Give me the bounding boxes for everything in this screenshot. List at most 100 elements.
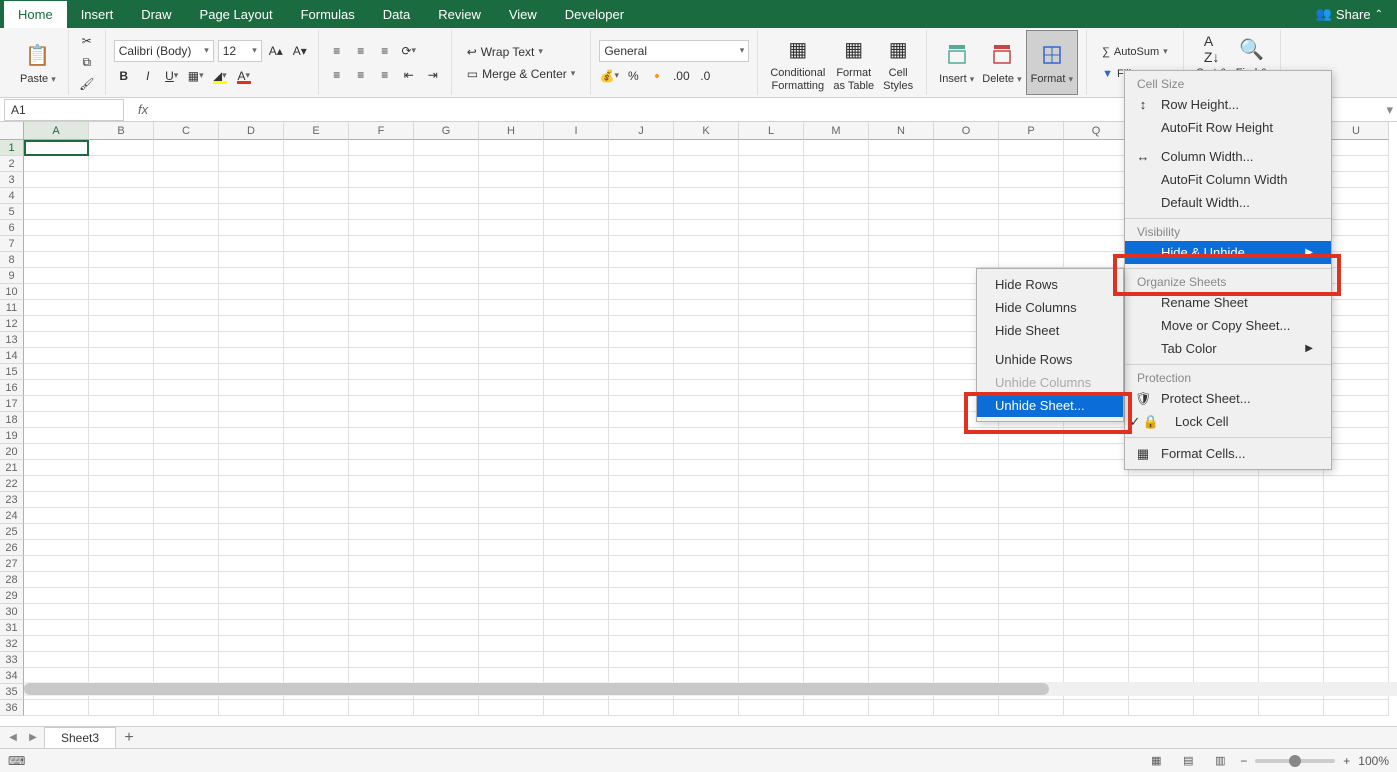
cell[interactable] (999, 444, 1064, 460)
cell[interactable] (24, 460, 89, 476)
cell[interactable] (739, 364, 804, 380)
cell[interactable] (544, 460, 609, 476)
cell[interactable] (349, 364, 414, 380)
cell[interactable] (674, 492, 739, 508)
cell[interactable] (804, 444, 869, 460)
cell[interactable] (349, 700, 414, 716)
sheet-nav-next[interactable]: ▶ (24, 729, 42, 747)
cell[interactable] (479, 604, 544, 620)
cell[interactable] (219, 364, 284, 380)
cell[interactable] (869, 492, 934, 508)
cell[interactable] (674, 572, 739, 588)
cell[interactable] (1194, 636, 1259, 652)
row-header[interactable]: 18 (0, 412, 24, 428)
cell[interactable] (479, 652, 544, 668)
cell[interactable] (479, 444, 544, 460)
format-painter-button[interactable]: 🖌 (77, 74, 97, 94)
cell[interactable] (219, 316, 284, 332)
cell[interactable] (804, 204, 869, 220)
cell[interactable] (1324, 140, 1389, 156)
cell[interactable] (479, 348, 544, 364)
cell[interactable] (739, 492, 804, 508)
cell[interactable] (414, 252, 479, 268)
cell[interactable] (414, 524, 479, 540)
cell[interactable] (934, 652, 999, 668)
expand-formula-bar-icon[interactable]: ▾ (1386, 102, 1393, 118)
cell[interactable] (89, 252, 154, 268)
menu-hide-columns[interactable]: Hide Columns (977, 296, 1123, 319)
cell[interactable] (869, 540, 934, 556)
cell[interactable] (154, 556, 219, 572)
cell[interactable] (934, 156, 999, 172)
row-header[interactable]: 25 (0, 524, 24, 540)
cell[interactable] (479, 556, 544, 572)
cell[interactable] (479, 620, 544, 636)
cell[interactable] (284, 652, 349, 668)
cell[interactable] (479, 284, 544, 300)
cell[interactable] (1129, 524, 1194, 540)
cell[interactable] (544, 364, 609, 380)
cell[interactable] (24, 236, 89, 252)
cell[interactable] (739, 652, 804, 668)
cell[interactable] (1324, 396, 1389, 412)
cell[interactable] (999, 700, 1064, 716)
cell[interactable] (89, 700, 154, 716)
cell[interactable] (999, 460, 1064, 476)
cell[interactable] (869, 268, 934, 284)
cell[interactable] (219, 300, 284, 316)
cell[interactable] (219, 428, 284, 444)
cell[interactable] (804, 156, 869, 172)
zoom-slider[interactable] (1255, 759, 1335, 763)
cell[interactable] (934, 556, 999, 572)
cell[interactable] (869, 572, 934, 588)
cell[interactable] (24, 524, 89, 540)
cell[interactable] (414, 300, 479, 316)
cell[interactable] (1324, 652, 1389, 668)
cell[interactable] (674, 396, 739, 412)
cell[interactable] (479, 300, 544, 316)
cell[interactable] (544, 172, 609, 188)
cell[interactable] (24, 428, 89, 444)
cell[interactable] (1194, 476, 1259, 492)
cell[interactable] (479, 156, 544, 172)
cell[interactable] (24, 172, 89, 188)
cell[interactable] (414, 444, 479, 460)
cell[interactable] (609, 268, 674, 284)
cell[interactable] (544, 588, 609, 604)
cell[interactable] (674, 412, 739, 428)
cell[interactable] (284, 300, 349, 316)
cell[interactable] (999, 252, 1064, 268)
cell[interactable] (544, 508, 609, 524)
cell[interactable] (544, 700, 609, 716)
cell-styles-button[interactable]: ▦Cell Styles (878, 30, 918, 95)
cell[interactable] (739, 396, 804, 412)
cell[interactable] (479, 492, 544, 508)
cell[interactable] (479, 636, 544, 652)
cell[interactable] (414, 172, 479, 188)
align-bottom-button[interactable]: ≡ (375, 41, 395, 61)
cell[interactable] (739, 540, 804, 556)
cell[interactable] (1259, 636, 1324, 652)
tab-view[interactable]: View (495, 1, 551, 28)
cell[interactable] (609, 572, 674, 588)
cell[interactable] (609, 220, 674, 236)
row-header[interactable]: 23 (0, 492, 24, 508)
menu-unhide-columns[interactable]: Unhide Columns (977, 371, 1123, 394)
cell[interactable] (934, 700, 999, 716)
cell[interactable] (24, 476, 89, 492)
cell[interactable] (674, 380, 739, 396)
cell[interactable] (284, 540, 349, 556)
cell[interactable] (1259, 476, 1324, 492)
cell[interactable] (89, 172, 154, 188)
cell[interactable] (154, 540, 219, 556)
cell[interactable] (674, 540, 739, 556)
cell[interactable] (544, 444, 609, 460)
cell[interactable] (869, 652, 934, 668)
row-header[interactable]: 20 (0, 444, 24, 460)
cell[interactable] (349, 492, 414, 508)
cell[interactable] (1259, 508, 1324, 524)
cell[interactable] (739, 444, 804, 460)
cell[interactable] (89, 556, 154, 572)
cell[interactable] (89, 396, 154, 412)
cell[interactable] (349, 332, 414, 348)
